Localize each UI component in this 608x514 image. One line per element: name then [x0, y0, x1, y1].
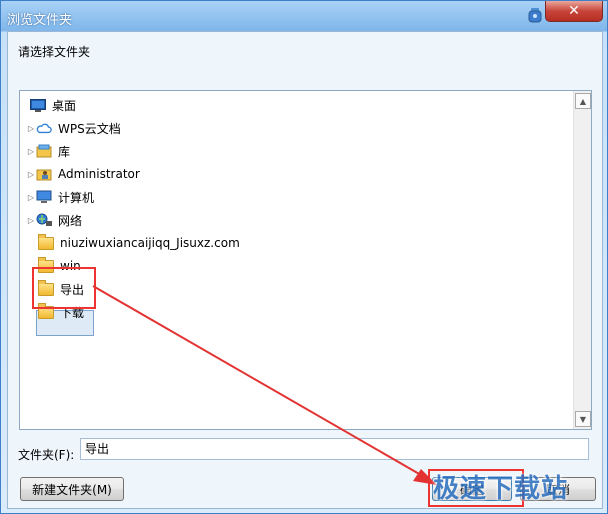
- watermark: 极速下载站: [433, 474, 569, 504]
- annotation-arrow: [92, 285, 437, 485]
- browse-folder-dialog: 浏览文件夹 ✕ 请选择文件夹 桌面 ▷ WPS云文档 ▷ 库 ▷ Administrator…: [0, 0, 608, 514]
